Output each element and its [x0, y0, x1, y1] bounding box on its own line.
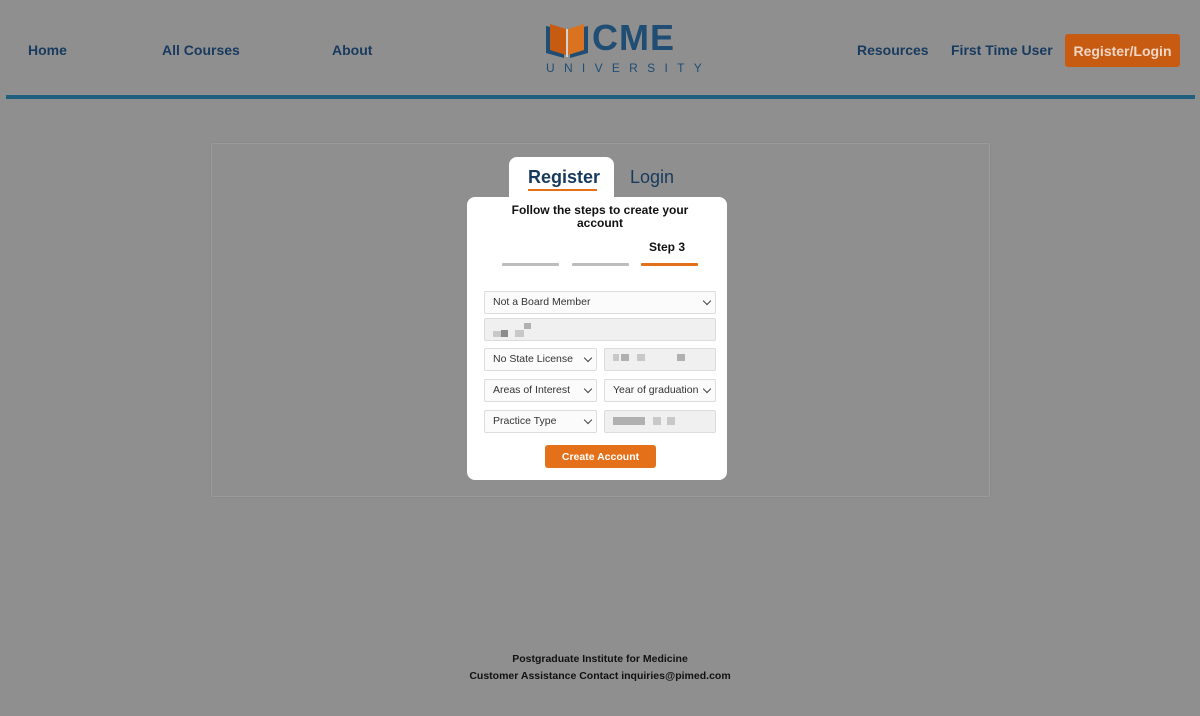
step-label: Step 3 [649, 240, 686, 254]
register-login-button[interactable]: Register/Login [1065, 34, 1180, 67]
year-of-graduation-select[interactable]: Year of graduation [604, 379, 716, 402]
form-heading: Follow the steps to create your account [511, 203, 689, 230]
logo-wordmark: CME [592, 17, 675, 58]
site-header: Home All Courses About CME UNIVERSITY Re… [0, 0, 1200, 100]
year-of-graduation-select-value: Year of graduation [613, 384, 699, 396]
redacted-pixel [637, 354, 645, 361]
redacted-pixel [501, 330, 508, 337]
chevron-down-icon [583, 353, 593, 363]
nav-first-time-user-link[interactable]: First Time User [951, 42, 1053, 58]
tab-register-label: Register [528, 167, 601, 187]
redacted-pixel [653, 417, 661, 425]
redacted-pixel [621, 354, 629, 361]
board-member-select[interactable]: Not a Board Member [484, 291, 716, 314]
footer-institute-name: Postgraduate Institute for Medicine [512, 653, 688, 665]
board-member-select-value: Not a Board Member [493, 296, 591, 308]
tab-login[interactable]: Login [630, 167, 674, 188]
cme-university-logo[interactable]: CME UNIVERSITY [544, 17, 702, 76]
logo-subtitle: UNIVERSITY [546, 61, 712, 75]
areas-of-interest-select-value: Areas of Interest [493, 384, 571, 396]
redacted-pixel [613, 417, 645, 425]
chevron-down-icon [702, 384, 712, 394]
redacted-pixel [677, 354, 685, 361]
nav-all-courses-link[interactable]: All Courses [162, 42, 240, 58]
redacted-pixel [524, 323, 531, 329]
nav-about-link[interactable]: About [332, 42, 372, 58]
redacted-pixel [493, 331, 501, 337]
footer-contact: Customer Assistance Contact inquiries@pi… [469, 670, 731, 682]
redacted-pixel [667, 417, 675, 425]
areas-of-interest-select[interactable]: Areas of Interest [484, 379, 597, 402]
nav-resources-link[interactable]: Resources [857, 42, 929, 58]
open-book-icon [546, 24, 588, 58]
chevron-down-icon [702, 296, 712, 306]
redacted-input-field[interactable] [604, 410, 716, 433]
redacted-pixel [613, 354, 619, 361]
chevron-down-icon [583, 384, 593, 394]
redacted-input-field[interactable] [484, 318, 716, 341]
nav-home-link[interactable]: Home [28, 42, 67, 58]
state-license-select-value: No State License [493, 353, 573, 365]
practice-type-select-value: Practice Type [493, 415, 557, 427]
step-2-indicator [572, 263, 629, 266]
step-1-indicator [502, 263, 559, 266]
state-license-select[interactable]: No State License [484, 348, 597, 371]
active-tab-indicator [528, 189, 597, 191]
registration-form-card: Follow the steps to create your account … [467, 197, 727, 480]
redacted-pixel [515, 330, 524, 337]
step-3-indicator [641, 263, 698, 266]
header-divider [6, 95, 1195, 99]
chevron-down-icon [583, 415, 593, 425]
practice-type-select[interactable]: Practice Type [484, 410, 597, 433]
create-account-button[interactable]: Create Account [545, 445, 656, 468]
license-number-field[interactable] [604, 348, 716, 371]
